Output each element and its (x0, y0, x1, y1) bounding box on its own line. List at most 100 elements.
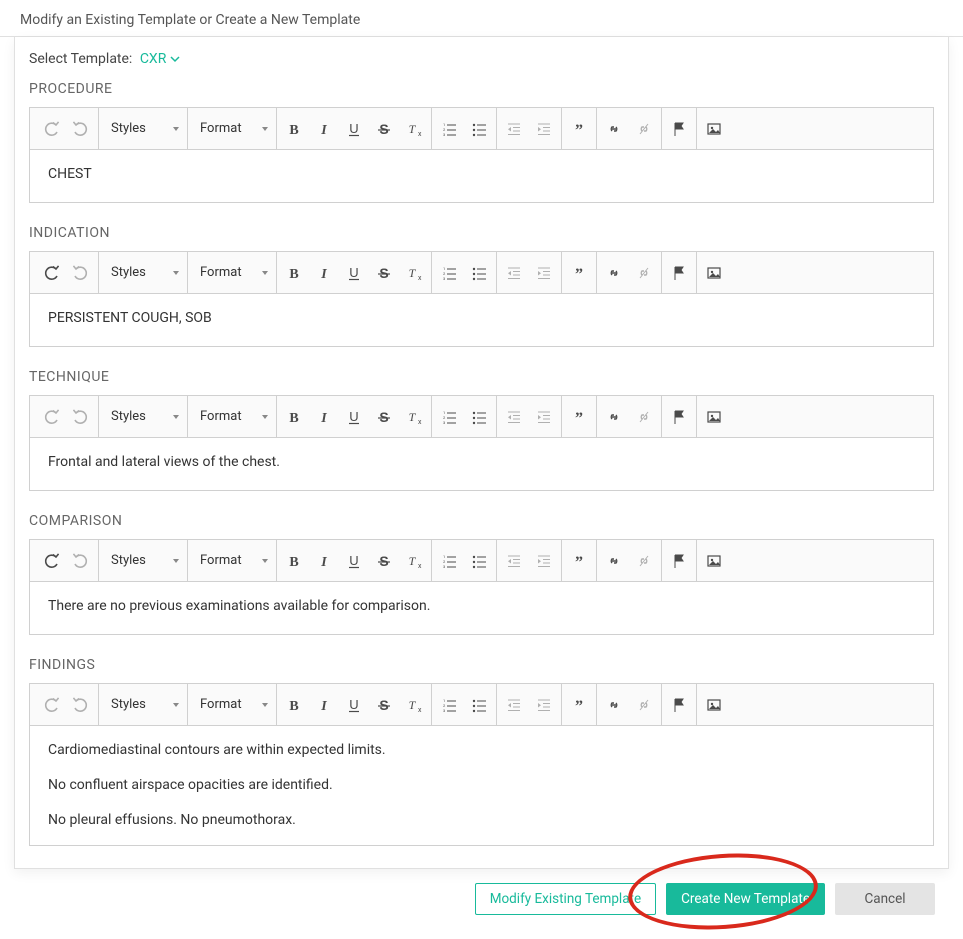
format-dropdown-label: Format (200, 265, 242, 280)
link-button[interactable] (599, 114, 629, 144)
blockquote-button[interactable] (564, 114, 594, 144)
image-button[interactable] (699, 690, 729, 720)
caret-down-icon (262, 559, 268, 563)
italic-button[interactable] (309, 546, 339, 576)
unordered-list-button[interactable] (464, 546, 494, 576)
ordered-list-button[interactable] (434, 690, 464, 720)
image-button[interactable] (699, 546, 729, 576)
blockquote-button[interactable] (564, 690, 594, 720)
underline-button[interactable] (339, 258, 369, 288)
anchor-flag-button[interactable] (664, 402, 694, 432)
styles-dropdown-label: Styles (111, 121, 146, 136)
strike-button[interactable] (369, 402, 399, 432)
ordered-list-button[interactable] (434, 114, 464, 144)
format-dropdown[interactable]: Format (190, 114, 274, 144)
indent-button (529, 258, 559, 288)
styles-dropdown[interactable]: Styles (101, 546, 185, 576)
strike-button[interactable] (369, 114, 399, 144)
blockquote-button[interactable] (564, 258, 594, 288)
select-template-dropdown[interactable]: CXR (140, 51, 181, 67)
editor-content[interactable]: PERSISTENT COUGH, SOB (30, 294, 933, 346)
editor-content[interactable]: Cardiomediastinal contours are within ex… (30, 726, 933, 845)
bold-button[interactable] (279, 258, 309, 288)
section-findings: FINDINGS Styles Format Cardiomediastinal co… (29, 657, 934, 846)
editor-content[interactable]: CHEST (30, 150, 933, 202)
styles-dropdown-label: Styles (111, 697, 146, 712)
indent-button (529, 546, 559, 576)
blockquote-button[interactable] (564, 402, 594, 432)
rich-text-editor: Styles Format PERSISTENT COUGH, SOB (29, 251, 934, 347)
image-button[interactable] (699, 114, 729, 144)
clear-format-button[interactable] (399, 114, 429, 144)
select-template-value: CXR (140, 51, 167, 67)
underline-button[interactable] (339, 114, 369, 144)
format-dropdown[interactable]: Format (190, 402, 274, 432)
clear-format-button[interactable] (399, 258, 429, 288)
modify-existing-template-button[interactable]: Modify Existing Template (475, 883, 656, 915)
template-panel: Select Template: CXR PROCEDUREStylesForm… (14, 37, 949, 869)
styles-dropdown[interactable]: Styles (101, 402, 185, 432)
outdent-button (499, 690, 529, 720)
link-button[interactable] (599, 402, 629, 432)
editor-line: There are no previous examinations avail… (48, 596, 915, 617)
blockquote-button[interactable] (564, 546, 594, 576)
format-dropdown[interactable]: Format (190, 258, 274, 288)
undo-button[interactable] (36, 546, 66, 576)
format-dropdown[interactable]: Format (190, 690, 274, 720)
anchor-flag-button[interactable] (664, 114, 694, 144)
image-button[interactable] (699, 402, 729, 432)
indent-button (529, 402, 559, 432)
undo-button (36, 114, 66, 144)
create-new-template-button[interactable]: Create New Template (666, 883, 825, 915)
unordered-list-button[interactable] (464, 690, 494, 720)
bold-button[interactable] (279, 546, 309, 576)
italic-button[interactable] (309, 258, 339, 288)
footer-actions: Modify Existing Template Create New Temp… (0, 869, 963, 929)
strike-button[interactable] (369, 690, 399, 720)
strike-button[interactable] (369, 546, 399, 576)
anchor-flag-button[interactable] (664, 546, 694, 576)
unordered-list-button[interactable] (464, 258, 494, 288)
anchor-flag-button[interactable] (664, 258, 694, 288)
strike-button[interactable] (369, 258, 399, 288)
italic-button[interactable] (309, 690, 339, 720)
anchor-flag-button[interactable] (664, 690, 694, 720)
caret-down-icon (173, 703, 179, 707)
ordered-list-button[interactable] (434, 546, 464, 576)
section-label: FINDINGS (29, 657, 934, 673)
clear-format-button[interactable] (399, 546, 429, 576)
clear-format-button[interactable] (399, 690, 429, 720)
image-button[interactable] (699, 258, 729, 288)
section-procedure: PROCEDUREStylesFormatCHEST (29, 81, 934, 203)
italic-button[interactable] (309, 402, 339, 432)
bold-button[interactable] (279, 114, 309, 144)
section-comparison: COMPARISONStylesFormatThere are no previ… (29, 513, 934, 635)
caret-down-icon (173, 415, 179, 419)
bold-button[interactable] (279, 402, 309, 432)
styles-dropdown[interactable]: Styles (101, 690, 185, 720)
bold-button[interactable] (279, 690, 309, 720)
format-dropdown[interactable]: Format (190, 546, 274, 576)
editor-content[interactable]: Frontal and lateral views of the chest. (30, 438, 933, 490)
editor-content[interactable]: There are no previous examinations avail… (30, 582, 933, 634)
unordered-list-button[interactable] (464, 114, 494, 144)
link-button[interactable] (599, 546, 629, 576)
link-button[interactable] (599, 258, 629, 288)
underline-button[interactable] (339, 690, 369, 720)
redo-button (66, 258, 96, 288)
unordered-list-button[interactable] (464, 402, 494, 432)
ordered-list-button[interactable] (434, 258, 464, 288)
styles-dropdown[interactable]: Styles (101, 114, 185, 144)
undo-button[interactable] (36, 258, 66, 288)
section-indication: INDICATIONStylesFormatPERSISTENT COUGH, … (29, 225, 934, 347)
clear-format-button[interactable] (399, 402, 429, 432)
styles-dropdown[interactable]: Styles (101, 258, 185, 288)
section-technique: TECHNIQUEStylesFormatFrontal and lateral… (29, 369, 934, 491)
link-button[interactable] (599, 690, 629, 720)
page-title: Modify an Existing Template or Create a … (0, 0, 963, 37)
cancel-button[interactable]: Cancel (835, 883, 935, 915)
italic-button[interactable] (309, 114, 339, 144)
ordered-list-button[interactable] (434, 402, 464, 432)
underline-button[interactable] (339, 402, 369, 432)
underline-button[interactable] (339, 546, 369, 576)
